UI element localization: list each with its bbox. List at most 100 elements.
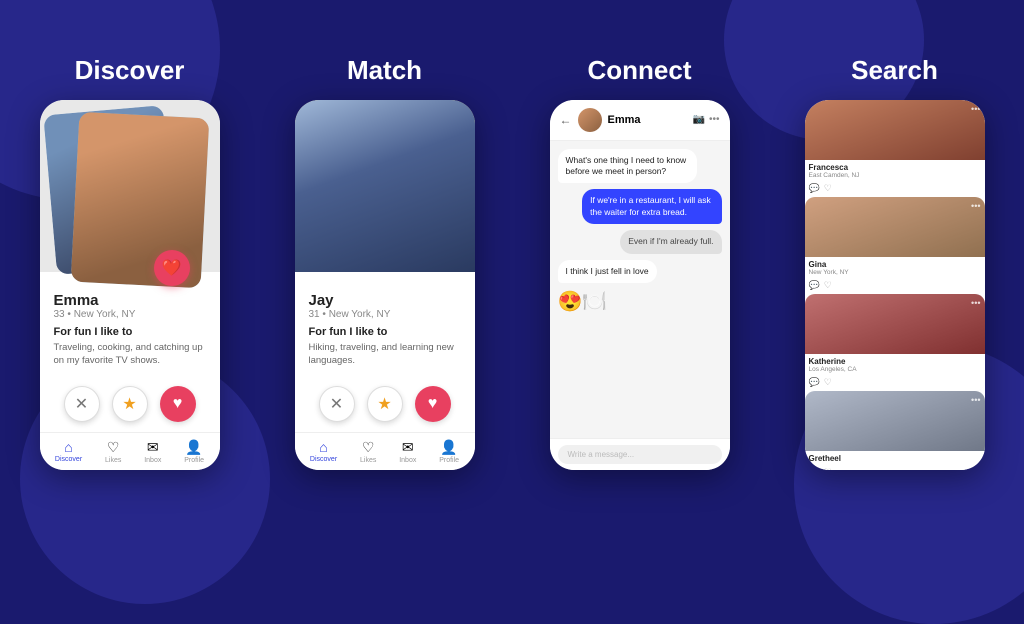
match-nav-likes[interactable]: ♡ Likes <box>360 439 376 464</box>
search-card-actions-2: 💬 ♡ <box>805 375 985 391</box>
search-card-chat-1[interactable]: 💬 <box>809 280 820 291</box>
chat-input[interactable]: Write a message... <box>558 445 722 464</box>
search-phone: ••• Francesca East Camden, NJ 💬 ♡ ••• Gi… <box>805 100 985 470</box>
search-card-name-0: Francesca <box>809 163 981 172</box>
match-person <box>295 100 475 272</box>
section-match: Match Jay 31 • New York, NY For fun I li… <box>265 55 504 470</box>
match-nav-home-icon: ⌂ <box>319 439 327 455</box>
chat-msg-4: I think I just fell in love <box>558 260 657 283</box>
chat-header: ← Emma 📷 ••• <box>550 100 730 141</box>
section-search: Search ••• Francesca East Camden, NJ 💬 ♡ <box>775 55 1014 470</box>
section-discover: Discover ❤️ Emma 33 • New York, NY For f… <box>10 55 249 470</box>
discover-nav-discover[interactable]: ⌂ Discover <box>55 439 82 464</box>
match-nav-home-label: Discover <box>310 456 337 463</box>
chat-messages: What's one thing I need to know before w… <box>550 141 730 438</box>
discover-nav-home-icon: ⌂ <box>64 439 72 455</box>
video-icon[interactable]: 📷 <box>693 114 705 125</box>
discover-phone: ❤️ Emma 33 • New York, NY For fun I like… <box>40 100 220 470</box>
search-card-sub-0: East Camden, NJ <box>809 172 981 179</box>
discover-nav-inbox[interactable]: ✉ Inbox <box>144 439 161 464</box>
more-icon[interactable]: ••• <box>709 114 720 125</box>
chat-msg-3: Even if I'm already full. <box>620 230 721 253</box>
match-photo-area <box>295 100 475 272</box>
discover-photo-area: ❤️ <box>40 100 220 272</box>
discover-nav-profile-label: Profile <box>184 457 204 464</box>
search-card-name-2: Katherine <box>809 357 981 366</box>
discover-nav-likes-label: Likes <box>105 457 121 464</box>
discover-nav-inbox-label: Inbox <box>144 457 161 464</box>
search-card-dots-2[interactable]: ••• <box>971 298 980 308</box>
match-nav-likes-label: Likes <box>360 457 376 464</box>
discover-nav-profile-icon: 👤 <box>185 439 202 456</box>
section-title-match: Match <box>347 55 422 86</box>
match-phone: Jay 31 • New York, NY For fun I like to … <box>295 100 475 470</box>
discover-nav-profile[interactable]: 👤 Profile <box>184 439 204 464</box>
search-card-info-1: Gina New York, NY <box>805 257 985 278</box>
search-photo-2 <box>805 294 985 354</box>
chat-msg-2: If we're in a restaurant, I will ask the… <box>582 189 721 224</box>
chat-avatar <box>578 108 602 132</box>
discover-nav-likes-icon: ♡ <box>107 439 120 456</box>
match-nav-profile-label: Profile <box>439 457 459 464</box>
search-card-heart-3[interactable]: ♡ <box>824 467 832 470</box>
search-card-chat-0[interactable]: 💬 <box>809 183 820 194</box>
search-card-0[interactable]: ••• Francesca East Camden, NJ 💬 ♡ <box>805 100 985 197</box>
connect-phone: ← Emma 📷 ••• What's one thing I need to … <box>550 100 730 470</box>
section-title-search: Search <box>851 55 938 86</box>
discover-bio: Traveling, cooking, and catching up on m… <box>54 341 206 368</box>
search-photo-3 <box>805 391 985 451</box>
search-card-dots-3[interactable]: ••• <box>971 395 980 405</box>
back-arrow-icon[interactable]: ← <box>560 113 572 127</box>
search-card-chat-2[interactable]: 💬 <box>809 377 820 388</box>
match-phone-nav: ⌂ Discover ♡ Likes ✉ Inbox 👤 Profile <box>295 432 475 470</box>
discover-heart-btn[interactable]: ❤️ <box>154 250 190 286</box>
match-nav-discover[interactable]: ⌂ Discover <box>310 439 337 464</box>
discover-cross-btn[interactable]: ✕ <box>64 386 100 422</box>
discover-profile-sub: 33 • New York, NY <box>54 309 206 320</box>
search-card-1[interactable]: ••• Gina New York, NY 💬 ♡ <box>805 197 985 294</box>
discover-nav-likes[interactable]: ♡ Likes <box>105 439 121 464</box>
chat-input-area[interactable]: Write a message... <box>550 438 730 470</box>
match-bio: Hiking, traveling, and learning new lang… <box>309 341 461 368</box>
match-cross-btn[interactable]: ✕ <box>319 386 355 422</box>
section-title-connect: Connect <box>588 55 692 86</box>
search-card-heart-1[interactable]: ♡ <box>824 280 832 291</box>
discover-action-buttons: ✕ ★ ♥ <box>40 378 220 432</box>
search-card-dots-1[interactable]: ••• <box>971 201 980 211</box>
match-bio-title: For fun I like to <box>309 326 461 338</box>
discover-like-btn[interactable]: ♥ <box>160 386 196 422</box>
section-connect: Connect ← Emma 📷 ••• What's one thing I … <box>520 55 759 470</box>
search-card-actions-0: 💬 ♡ <box>805 181 985 197</box>
search-card-sub-1: New York, NY <box>809 269 981 276</box>
search-card-heart-0[interactable]: ♡ <box>824 183 832 194</box>
match-nav-profile[interactable]: 👤 Profile <box>439 439 459 464</box>
search-card-dots-0[interactable]: ••• <box>971 104 980 114</box>
match-nav-inbox[interactable]: ✉ Inbox <box>399 439 416 464</box>
search-card-info-0: Francesca East Camden, NJ <box>805 160 985 181</box>
match-action-buttons: ✕ ★ ♥ <box>295 378 475 432</box>
search-photo-1 <box>805 197 985 257</box>
discover-bio-title: For fun I like to <box>54 326 206 338</box>
search-card-sub-2: Los Angeles, CA <box>809 366 981 373</box>
match-nav-profile-icon: 👤 <box>440 439 457 456</box>
chat-msg-1: What's one thing I need to know before w… <box>558 149 697 184</box>
search-card-actions-3: 💬 ♡ <box>805 465 985 470</box>
match-like-btn[interactable]: ♥ <box>415 386 451 422</box>
search-card-2[interactable]: ••• Katherine Los Angeles, CA 💬 ♡ <box>805 294 985 391</box>
search-card-info-3: Gretheel <box>805 451 985 465</box>
search-card-heart-2[interactable]: ♡ <box>824 377 832 388</box>
match-profile-sub: 31 • New York, NY <box>309 309 461 320</box>
section-title-discover: Discover <box>75 55 185 86</box>
match-star-btn[interactable]: ★ <box>367 386 403 422</box>
match-nav-inbox-label: Inbox <box>399 457 416 464</box>
discover-profile-name: Emma <box>54 292 206 309</box>
chat-action-icons: 📷 ••• <box>693 114 720 125</box>
discover-nav-home-label: Discover <box>55 456 82 463</box>
search-card-3[interactable]: ••• Gretheel 💬 ♡ <box>805 391 985 470</box>
chat-msg-emoji: 😍🍽️ <box>558 289 608 316</box>
search-card-chat-3[interactable]: 💬 <box>809 467 820 470</box>
match-nav-inbox-icon: ✉ <box>402 439 414 456</box>
discover-nav-inbox-icon: ✉ <box>147 439 159 456</box>
chat-person-name: Emma <box>608 114 687 126</box>
discover-star-btn[interactable]: ★ <box>112 386 148 422</box>
